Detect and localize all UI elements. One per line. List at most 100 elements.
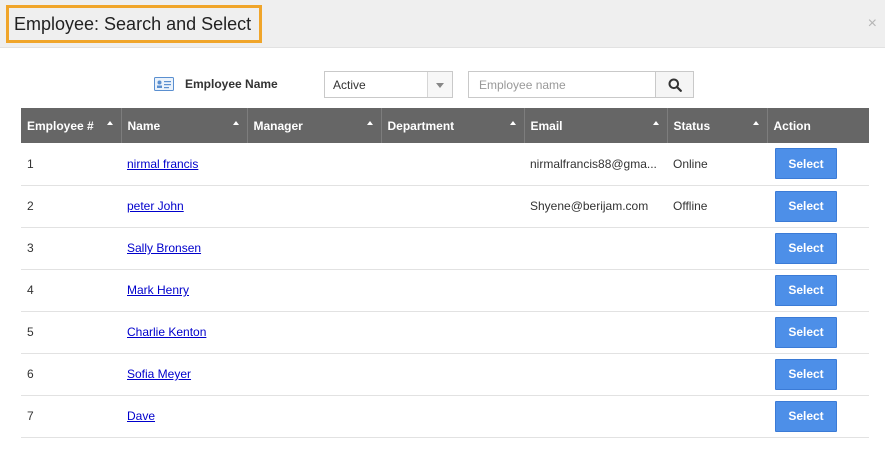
employee-name-cell: Mark Henry	[121, 269, 247, 312]
email-cell	[524, 395, 667, 438]
column-label: Name	[127, 118, 161, 133]
department-cell	[381, 395, 524, 438]
email-cell	[524, 269, 667, 312]
employee-number-cell: 5	[21, 311, 121, 354]
status-cell: Online	[667, 143, 767, 186]
employee-name-cell: Sally Bronsen	[121, 227, 247, 270]
status-cell: Offline	[667, 185, 767, 228]
column-header-status[interactable]: Status	[667, 108, 768, 143]
column-label: Manager	[253, 118, 303, 133]
employee-name-link[interactable]: Sally Bronsen	[127, 241, 201, 255]
action-cell: Select	[767, 269, 869, 312]
status-cell	[667, 269, 767, 312]
status-cell	[667, 227, 767, 270]
sort-asc-icon[interactable]	[232, 121, 239, 125]
manager-cell	[247, 143, 381, 186]
search-button[interactable]	[655, 71, 694, 98]
employee-number-cell: 3	[21, 227, 121, 270]
select-button[interactable]: Select	[775, 358, 837, 390]
sort-asc-icon[interactable]	[366, 121, 373, 125]
sort-asc-icon[interactable]	[652, 121, 659, 125]
table-row: 6 Sofia Meyer Select	[21, 353, 869, 396]
select-button[interactable]: Select	[775, 400, 837, 432]
table-row: 3 Sally Bronsen Select	[21, 227, 869, 270]
search-icon	[668, 78, 682, 92]
employee-table: Employee # Name Manager Department Email…	[21, 108, 869, 438]
column-header-manager[interactable]: Manager	[247, 108, 382, 143]
department-cell	[381, 311, 524, 354]
dialog-header: Employee: Search and Select ×	[0, 0, 885, 48]
sort-asc-icon[interactable]	[509, 121, 516, 125]
table-row: 1 nirmal francis nirmalfrancis88@gma... …	[21, 143, 869, 186]
table-row: 5 Charlie Kenton Select	[21, 311, 869, 354]
select-button[interactable]: Select	[775, 148, 837, 180]
employee-number-cell: 4	[21, 269, 121, 312]
action-cell: Select	[767, 353, 869, 396]
dialog-title-highlight: Employee: Search and Select	[6, 5, 262, 43]
department-cell	[381, 185, 524, 228]
employee-name-link[interactable]: peter John	[127, 199, 184, 213]
employee-name-input[interactable]	[468, 71, 656, 98]
employee-name-cell: nirmal francis	[121, 143, 247, 186]
employee-name-link[interactable]: Sofia Meyer	[127, 367, 191, 381]
close-icon[interactable]: ×	[868, 14, 877, 34]
department-cell	[381, 269, 524, 312]
select-button[interactable]: Select	[775, 316, 837, 348]
manager-cell	[247, 311, 381, 354]
employee-name-link[interactable]: Dave	[127, 409, 155, 423]
column-header-action: Action	[767, 108, 869, 143]
employee-name-link[interactable]: Charlie Kenton	[127, 325, 206, 339]
status-cell	[667, 395, 767, 438]
select-button[interactable]: Select	[775, 190, 837, 222]
column-header-department[interactable]: Department	[381, 108, 525, 143]
filter-row: Employee Name Active	[0, 71, 885, 98]
column-header-name[interactable]: Name	[121, 108, 248, 143]
manager-cell	[247, 227, 381, 270]
manager-cell	[247, 185, 381, 228]
department-cell	[381, 227, 524, 270]
table-header-row: Employee # Name Manager Department Email…	[21, 108, 869, 143]
manager-cell	[247, 353, 381, 396]
status-cell	[667, 353, 767, 396]
select-button[interactable]: Select	[775, 274, 837, 306]
department-cell	[381, 143, 524, 186]
status-cell	[667, 311, 767, 354]
dialog-title: Employee: Search and Select	[14, 14, 252, 34]
sort-asc-icon[interactable]	[752, 121, 759, 125]
employee-name-link[interactable]: Mark Henry	[127, 283, 189, 297]
column-label: Status	[673, 118, 711, 133]
action-cell: Select	[767, 395, 869, 438]
status-select-value: Active	[333, 78, 366, 92]
column-label: Action	[773, 118, 811, 133]
table-row: 4 Mark Henry Select	[21, 269, 869, 312]
email-cell	[524, 353, 667, 396]
column-label: Email	[530, 118, 563, 133]
column-label: Department	[387, 118, 455, 133]
employee-name-cell: Dave	[121, 395, 247, 438]
employee-number-cell: 1	[21, 143, 121, 186]
employee-name-cell: peter John	[121, 185, 247, 228]
email-cell: nirmalfrancis88@gma...	[524, 143, 667, 186]
select-button[interactable]: Select	[775, 232, 837, 264]
employee-name-cell: Charlie Kenton	[121, 311, 247, 354]
chevron-down-icon[interactable]	[427, 72, 452, 97]
manager-cell	[247, 269, 381, 312]
manager-cell	[247, 395, 381, 438]
column-header-email[interactable]: Email	[524, 108, 668, 143]
id-card-icon	[154, 77, 174, 91]
email-cell: Shyene@berijam.com	[524, 185, 667, 228]
status-select[interactable]: Active	[324, 71, 453, 98]
email-cell	[524, 227, 667, 270]
action-cell: Select	[767, 311, 869, 354]
employee-number-cell: 7	[21, 395, 121, 438]
column-header-employee-number[interactable]: Employee #	[21, 108, 122, 143]
employee-number-cell: 2	[21, 185, 121, 228]
email-cell	[524, 311, 667, 354]
table-row: 2 peter John Shyene@berijam.com Offline …	[21, 185, 869, 228]
employee-number-cell: 6	[21, 353, 121, 396]
action-cell: Select	[767, 143, 869, 186]
sort-asc-icon[interactable]	[106, 121, 113, 125]
employee-name-link[interactable]: nirmal francis	[127, 157, 198, 171]
employee-name-cell: Sofia Meyer	[121, 353, 247, 396]
column-label: Employee #	[27, 118, 94, 133]
